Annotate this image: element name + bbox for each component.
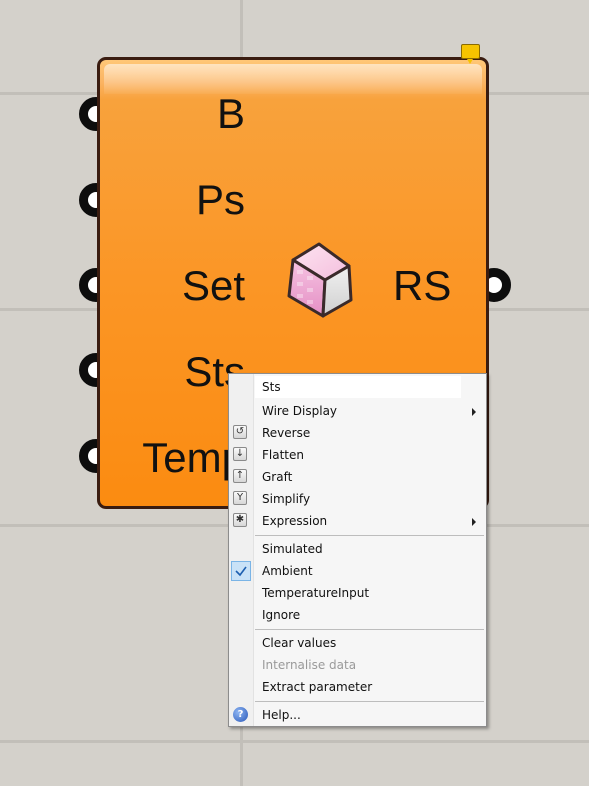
menu-item-label: Clear values xyxy=(262,636,337,650)
menu-separator xyxy=(255,535,484,536)
message-balloon-icon[interactable] xyxy=(461,44,480,64)
reverse-icon: ↺ xyxy=(233,425,247,439)
submenu-arrow-icon xyxy=(472,518,476,526)
menu-separator xyxy=(255,701,484,702)
menu-item-label: Ignore xyxy=(262,608,301,622)
canvas-gridline xyxy=(0,740,589,743)
menu-item-help[interactable]: ? Help... xyxy=(229,704,486,726)
menu-item-flatten[interactable]: ↓ Flatten xyxy=(229,444,486,466)
input-label-ps[interactable]: Ps xyxy=(196,179,245,221)
menu-item-extract-parameter[interactable]: Extract parameter xyxy=(229,676,486,698)
menu-item-simplify[interactable]: Y Simplify xyxy=(229,488,486,510)
menu-item-label: Ambient xyxy=(262,564,313,578)
menu-item-temperatureinput[interactable]: TemperatureInput xyxy=(229,582,486,604)
menu-header-label: Sts xyxy=(262,380,281,394)
menu-header-box[interactable]: Sts xyxy=(255,376,461,398)
building-block-icon xyxy=(287,242,353,318)
flatten-icon: ↓ xyxy=(233,447,247,461)
menu-separator xyxy=(255,629,484,630)
input-label-set[interactable]: Set xyxy=(182,265,245,307)
input-label-b[interactable]: B xyxy=(217,93,245,135)
menu-item-label: Extract parameter xyxy=(262,680,373,694)
menu-item-expression[interactable]: ✱ Expression xyxy=(229,510,486,532)
menu-item-clear-values[interactable]: Clear values xyxy=(229,632,486,654)
graft-icon: ↑ xyxy=(233,469,247,483)
menu-item-ignore[interactable]: Ignore xyxy=(229,604,486,626)
menu-item-label: Wire Display xyxy=(262,404,338,418)
menu-item-ambient[interactable]: Ambient xyxy=(229,560,486,582)
menu-item-label: Expression xyxy=(262,514,328,528)
menu-item-reverse[interactable]: ↺ Reverse xyxy=(229,422,486,444)
menu-item-graft[interactable]: ↑ Graft xyxy=(229,466,486,488)
menu-item-label: Flatten xyxy=(262,448,304,462)
expression-icon: ✱ xyxy=(233,513,247,527)
output-label-rs[interactable]: RS xyxy=(393,265,451,307)
help-icon: ? xyxy=(233,707,248,722)
menu-item-label: Reverse xyxy=(262,426,311,440)
menu-item-label: Graft xyxy=(262,470,293,484)
parameter-context-menu: Sts Wire Display ↺ Reverse ↓ Flatten ↑ G… xyxy=(228,373,487,727)
menu-item-internalise-data: Internalise data xyxy=(229,654,486,676)
menu-item-label: Help... xyxy=(262,708,301,722)
submenu-arrow-icon xyxy=(472,408,476,416)
simplify-icon: Y xyxy=(233,491,247,505)
menu-item-label: TemperatureInput xyxy=(262,586,370,600)
menu-item-wire-display[interactable]: Wire Display xyxy=(229,400,486,422)
component-highlight xyxy=(104,64,482,94)
menu-item-label: Simplify xyxy=(262,492,311,506)
menu-item-label: Internalise data xyxy=(262,658,357,672)
checkmark-icon xyxy=(231,561,251,581)
menu-item-simulated[interactable]: Simulated xyxy=(229,538,486,560)
menu-item-label: Simulated xyxy=(262,542,323,556)
